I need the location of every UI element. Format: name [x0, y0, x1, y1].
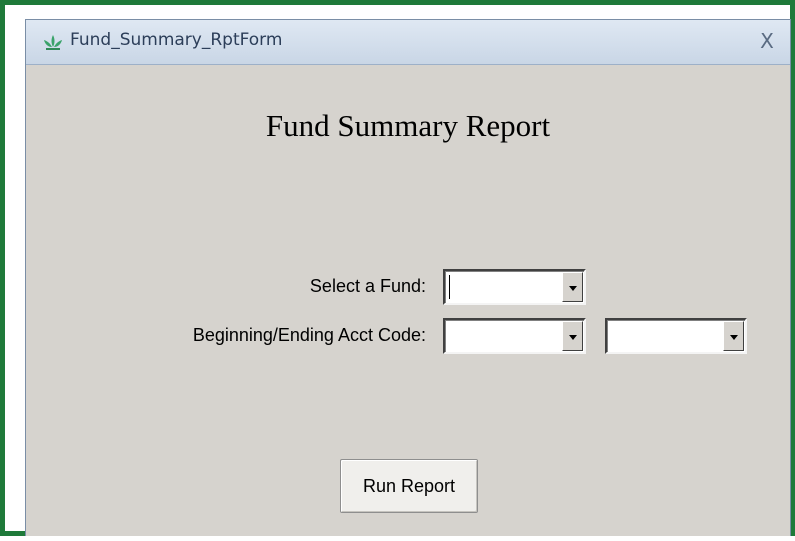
chevron-down-icon[interactable]	[562, 272, 583, 302]
report-heading: Fund Summary Report	[265, 108, 551, 143]
close-button[interactable]: X	[754, 28, 780, 54]
form-window: Fund_Summary_RptForm X Fund Summary Repo…	[25, 19, 791, 536]
chevron-down-icon[interactable]	[723, 321, 744, 351]
screenshot-frame: Fund_Summary_RptForm X Fund Summary Repo…	[0, 0, 795, 536]
end-acct-combobox[interactable]	[605, 318, 747, 354]
app-icon	[42, 32, 64, 52]
run-report-button[interactable]: Run Report	[340, 459, 478, 513]
fund-combobox[interactable]	[443, 269, 586, 305]
fund-label: Select a Fund:	[309, 276, 426, 296]
chevron-down-icon[interactable]	[562, 321, 583, 351]
acct-code-label: Beginning/Ending Acct Code:	[192, 325, 426, 345]
title-bar[interactable]: Fund_Summary_RptForm X	[26, 20, 790, 65]
text-caret	[449, 275, 450, 299]
close-icon: X	[760, 29, 774, 53]
begin-acct-combobox[interactable]	[443, 318, 586, 354]
window-title: Fund_Summary_RptForm	[70, 30, 283, 50]
